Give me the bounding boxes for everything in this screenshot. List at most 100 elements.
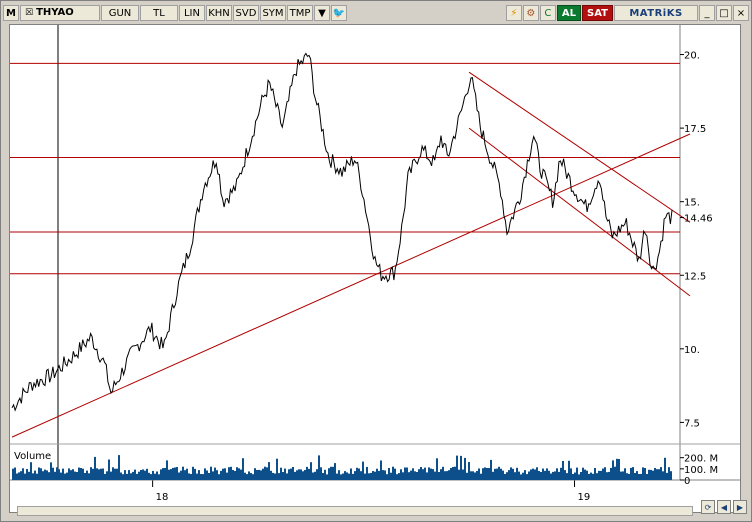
volume-bar bbox=[116, 468, 118, 480]
volume-bar bbox=[376, 468, 378, 480]
y-tick-label: 10. bbox=[684, 345, 700, 356]
volume-bar bbox=[102, 468, 104, 480]
volume-bar bbox=[56, 467, 58, 480]
volume-bar bbox=[374, 471, 376, 480]
minimize-icon[interactable]: _ bbox=[699, 5, 715, 21]
sell-button[interactable]: SAT bbox=[582, 5, 613, 21]
volume-bar bbox=[194, 468, 196, 480]
volume-bar bbox=[624, 468, 626, 480]
volume-bar bbox=[532, 468, 534, 480]
volume-bar bbox=[224, 468, 226, 480]
volume-bar bbox=[460, 455, 462, 480]
maximize-icon[interactable]: □ bbox=[716, 5, 732, 21]
volume-bar bbox=[70, 470, 72, 480]
volume-bar bbox=[216, 470, 218, 480]
volume-bar bbox=[158, 474, 160, 480]
volume-bar bbox=[174, 467, 176, 480]
volume-button[interactable]: SVD bbox=[233, 5, 259, 21]
volume-bar bbox=[656, 469, 658, 480]
template-button[interactable]: TMP bbox=[287, 5, 313, 21]
volume-bar bbox=[310, 462, 312, 480]
chart-area[interactable]: 20. 17.5 15. 12.5 10. 7.5 18 19 14.46 Volume 200. … bbox=[9, 24, 741, 513]
twitter-icon[interactable]: 🐦 bbox=[331, 5, 347, 21]
symbol-label: THYAO bbox=[36, 7, 74, 18]
volume-bar bbox=[108, 459, 110, 480]
price-chart: 20. 17.5 15. 12.5 10. 7.5 18 19 14.46 Volume 200. … bbox=[10, 25, 740, 503]
horizontal-scrollbar[interactable] bbox=[17, 506, 693, 516]
volume-bar bbox=[518, 471, 520, 480]
volume-bar bbox=[148, 472, 150, 480]
menu-button[interactable]: M bbox=[3, 5, 19, 21]
volume-bar bbox=[14, 467, 16, 480]
refresh-icon[interactable]: C bbox=[539, 5, 556, 21]
symbol-selector[interactable]: ☒ THYAO bbox=[20, 5, 100, 21]
buy-button[interactable]: AL bbox=[556, 5, 581, 21]
volume-bar bbox=[204, 468, 206, 480]
close-icon[interactable]: × bbox=[733, 5, 749, 21]
volume-bar bbox=[356, 467, 358, 480]
chart-type-button[interactable]: KHN bbox=[206, 5, 232, 21]
volume-bar bbox=[450, 468, 452, 480]
volume-bar bbox=[284, 468, 286, 480]
volume-bar bbox=[112, 467, 114, 480]
volume-bar bbox=[662, 471, 664, 480]
scroll-left-icon[interactable]: ◀ bbox=[717, 500, 731, 514]
volume-bar bbox=[572, 474, 574, 480]
volume-bar bbox=[472, 471, 474, 480]
volume-bar bbox=[382, 470, 384, 480]
volume-bar bbox=[424, 467, 426, 480]
volume-bar bbox=[620, 471, 622, 480]
volume-bar bbox=[94, 456, 96, 480]
volume-bar bbox=[138, 471, 140, 480]
volume-bar bbox=[426, 472, 428, 480]
volume-bar bbox=[100, 468, 102, 480]
volume-bar bbox=[570, 468, 572, 480]
volume-bar bbox=[648, 469, 650, 480]
volume-bar bbox=[386, 474, 388, 480]
volume-bar bbox=[24, 473, 26, 480]
settings-icon[interactable]: ⚙ bbox=[522, 5, 539, 21]
volume-bar bbox=[312, 472, 314, 480]
volume-bar bbox=[344, 471, 346, 480]
scroll-right-icon[interactable]: ▶ bbox=[733, 500, 747, 514]
last-price-label: 14.46 bbox=[684, 214, 713, 225]
volume-bar bbox=[438, 472, 440, 480]
volume-bar bbox=[120, 472, 122, 480]
volume-bar bbox=[562, 461, 564, 480]
volume-bar bbox=[470, 471, 472, 480]
lightning-icon[interactable]: ⚡ bbox=[505, 5, 522, 21]
volume-bar bbox=[318, 455, 320, 480]
volume-bar bbox=[452, 467, 454, 480]
sync-icon[interactable]: ⟳ bbox=[701, 500, 715, 514]
volume-bar bbox=[392, 466, 394, 480]
volume-bar bbox=[168, 469, 170, 480]
volume-bar bbox=[190, 474, 192, 480]
dropdown-arrow-icon[interactable]: ▼ bbox=[314, 5, 330, 21]
currency-button[interactable]: TL bbox=[140, 5, 178, 21]
volume-bar bbox=[524, 470, 526, 480]
volume-bar bbox=[172, 467, 174, 480]
volume-bar bbox=[652, 470, 654, 480]
volume-bar bbox=[86, 470, 88, 480]
y-tick-label: 15. bbox=[684, 198, 700, 209]
volume-bar bbox=[626, 473, 628, 480]
volume-bar bbox=[230, 466, 232, 480]
volume-bar bbox=[58, 469, 60, 480]
volume-bar bbox=[430, 468, 432, 480]
volume-bar bbox=[364, 473, 366, 480]
volume-bar bbox=[210, 466, 212, 480]
volume-bar bbox=[90, 467, 92, 480]
volume-bar bbox=[616, 458, 618, 480]
volume-bar bbox=[324, 469, 326, 480]
volume-bar bbox=[550, 473, 552, 480]
symbol-button[interactable]: SYM bbox=[260, 5, 286, 21]
scale-button[interactable]: LIN bbox=[179, 5, 205, 21]
volume-bar bbox=[414, 471, 416, 480]
volume-bar bbox=[212, 471, 214, 480]
volume-bar bbox=[406, 467, 408, 480]
volume-bar bbox=[342, 473, 344, 480]
volume-bar bbox=[178, 472, 180, 480]
volume-bar bbox=[274, 473, 276, 480]
period-button[interactable]: GUN bbox=[101, 5, 139, 21]
volume-bar bbox=[368, 473, 370, 480]
